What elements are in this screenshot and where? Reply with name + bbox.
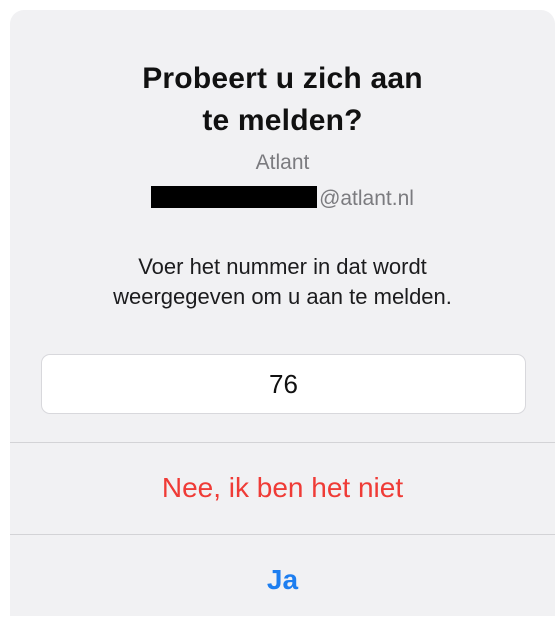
account-email: @atlant.nl — [10, 186, 555, 211]
organization-name: Atlant — [255, 151, 310, 174]
sign-in-dialog: Probeert u zich aan te melden? Atlant @at… — [10, 10, 555, 616]
instruction-text: Voer het nummer in dat wordt weergegeven … — [113, 254, 452, 309]
account-domain: @atlant.nl — [319, 187, 414, 210]
deny-button[interactable]: Nee, ik ben het niet — [10, 442, 555, 534]
redacted-username — [151, 186, 318, 208]
number-input-field[interactable]: 76 — [41, 354, 526, 414]
dialog-title: Probeert u zich aan te melden? — [142, 62, 423, 137]
confirm-button[interactable]: Ja — [10, 535, 555, 616]
